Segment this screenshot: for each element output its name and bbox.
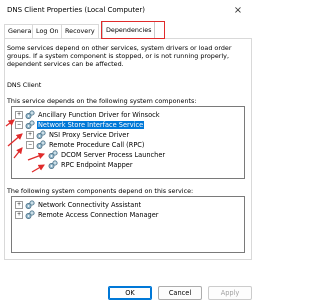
title-bar: DNS Client Properties (Local Computer) × [0,0,256,19]
service-name: DNS Client [7,81,42,89]
cancel-button[interactable]: Cancel [158,286,202,300]
tab-recovery[interactable]: Recovery [61,24,99,38]
tree-item[interactable]: DCOM Server Process Launcher [48,150,166,160]
tree-item-label: Remote Procedure Call (RPC) [49,141,145,149]
tree-item[interactable]: − Remote Procedure Call (RPC) [26,140,145,150]
expand-icon[interactable]: + [15,111,23,119]
tree-item[interactable]: + NSI Proxy Service Driver [26,130,130,140]
tree-item[interactable]: − Network Store Interface Service [15,120,145,130]
depends-on-label: This service depends on the following sy… [7,97,197,105]
tab-label: Log On [36,27,59,35]
service-gears-icon [25,210,35,219]
tab-label: Dependencies [106,26,152,34]
tree-item[interactable]: RPC Endpoint Mapper [48,160,134,170]
tab-strip: General Log On Recovery Dependencies [4,21,254,39]
tree-item-label: RPC Endpoint Mapper [61,161,133,169]
tree-item[interactable]: + Remote Access Connection Manager [15,210,160,220]
description-text: Some services depend on other services, … [7,44,232,69]
expand-icon[interactable]: + [15,211,23,219]
tree-item-label: NSI Proxy Service Driver [49,131,130,139]
tree-item-label: Ancillary Function Driver for Winsock [38,111,160,119]
window-title: DNS Client Properties (Local Computer) [7,6,146,14]
tab-label: Recovery [65,27,95,35]
close-button[interactable]: × [226,3,250,17]
service-gears-icon [25,110,35,119]
expand-icon[interactable]: + [26,131,34,139]
dependents-tree[interactable]: + Network Connectivity Assistant + Remot… [11,196,245,253]
service-gears-icon [48,150,58,159]
tree-item[interactable]: + Ancillary Function Driver for Winsock [15,110,161,120]
tab-dependencies[interactable]: Dependencies [102,21,156,38]
service-gears-icon [25,120,35,129]
dependents-label: The following system components depend o… [7,187,194,195]
collapse-icon[interactable]: − [26,141,34,149]
tree-item-label: Network Store Interface Service [37,121,145,129]
tree-item-label: Network Connectivity Assistant [38,201,142,209]
tree-item-label: DCOM Server Process Launcher [61,151,166,159]
service-gears-icon [36,130,46,139]
apply-button[interactable]: Apply [208,286,252,300]
service-gears-icon [36,140,46,149]
service-gears-icon [48,160,58,169]
close-icon: × [233,4,243,16]
tree-item-label: Remote Access Connection Manager [38,211,159,219]
properties-dialog: DNS Client Properties (Local Computer) ×… [0,0,256,300]
ok-button[interactable]: OK [108,286,152,300]
depends-on-tree[interactable]: + Ancillary Function Driver for Winsock … [11,106,245,179]
tab-label: General [8,27,34,35]
collapse-icon[interactable]: − [15,121,23,129]
service-gears-icon [25,200,35,209]
expand-icon[interactable]: + [15,201,23,209]
tab-log-on[interactable]: Log On [32,24,63,38]
tree-item[interactable]: + Network Connectivity Assistant [15,200,142,210]
